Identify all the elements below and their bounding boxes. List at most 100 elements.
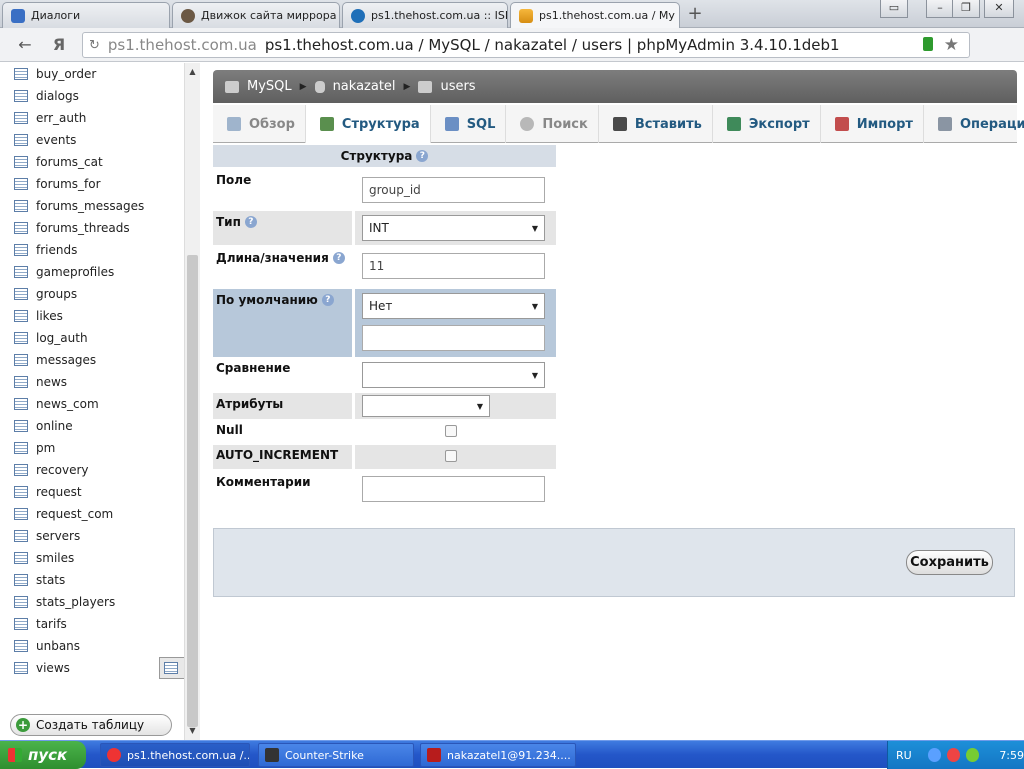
sidebar-table-item[interactable]: request (10, 481, 172, 503)
tab-title: Движок сайта миррора – (201, 9, 340, 22)
comment-input[interactable] (362, 476, 545, 502)
sidebar-table-item[interactable]: request_com (10, 503, 172, 525)
sidebar-table-item[interactable]: pm (10, 437, 172, 459)
tab-structure[interactable]: Структура (305, 105, 431, 143)
sidebar-table-item[interactable]: err_auth (10, 107, 172, 129)
breadcrumb-server[interactable]: MySQL (247, 79, 292, 94)
reload-icon[interactable]: ↻ (89, 38, 100, 53)
sidebar-table-item[interactable]: tarifs (10, 613, 172, 635)
sidebar-table-item[interactable]: online (10, 415, 172, 437)
sidebar-table-item[interactable]: news (10, 371, 172, 393)
null-checkbox[interactable] (445, 425, 457, 437)
maximize-button[interactable]: ❐ (952, 0, 980, 18)
sidebar-table-item[interactable]: log_auth (10, 327, 172, 349)
sidebar-scrollbar[interactable]: ▲ ▼ (184, 63, 200, 740)
auto-increment-checkbox[interactable] (445, 450, 457, 462)
sidebar-table-item[interactable]: forums_messages (10, 195, 172, 217)
back-button[interactable]: ← (14, 34, 36, 56)
start-button[interactable]: пуск (0, 741, 86, 769)
tray-app-icon[interactable] (946, 748, 961, 762)
browser-tab-phpmyadmin[interactable]: ps1.thehost.com.ua / My ✕ (510, 2, 680, 28)
attributes-select[interactable]: ▼ (362, 395, 490, 417)
taskbar-item-counter-strike[interactable]: Counter-Strike (258, 743, 414, 767)
tab-browse[interactable]: Обзор (213, 105, 306, 143)
sidebar-table-item[interactable]: likes (10, 305, 172, 327)
create-table-label: Создать таблицу (36, 718, 145, 732)
browser-tab-isp[interactable]: ps1.thehost.com.ua :: ISP (342, 2, 508, 28)
sidebar-table-label: gameprofiles (36, 265, 115, 279)
browser-tab-engine[interactable]: Движок сайта миррора – (172, 2, 340, 28)
tray-arrow-icon[interactable] (927, 748, 941, 762)
sidebar-table-item[interactable]: forums_cat (10, 151, 172, 173)
help-icon[interactable]: ? (416, 150, 429, 162)
sidebar-table-item[interactable]: stats (10, 569, 172, 591)
tab-import[interactable]: Импорт (821, 105, 924, 143)
help-icon[interactable]: ? (332, 252, 345, 264)
sidebar-table-item[interactable]: news_com (10, 393, 172, 415)
new-tab-button[interactable]: + (682, 4, 708, 26)
sidebar-table-item[interactable]: groups (10, 283, 172, 305)
taskbar-item-browser[interactable]: ps1.thehost.com.ua /... (100, 743, 250, 767)
field-name-input[interactable]: group_id (362, 177, 545, 203)
tab-export[interactable]: Экспорт (713, 105, 821, 143)
default-select[interactable]: Нет ▼ (362, 293, 545, 319)
table-icon (14, 376, 28, 388)
language-indicator[interactable]: RU (896, 749, 912, 762)
bookmark-star-icon[interactable]: ★ (944, 33, 959, 57)
sidebar-table-item[interactable]: gameprofiles (10, 261, 172, 283)
minimize-button[interactable]: – (926, 0, 954, 18)
length-input[interactable]: 11 (362, 253, 545, 279)
default-custom-input[interactable] (362, 325, 545, 351)
address-bar[interactable]: ↻ ps1.thehost.com.ua ps1.thehost.com.ua … (82, 32, 970, 58)
sidebar-table-item[interactable]: stats_players (10, 591, 172, 613)
sidebar-table-label: unbans (36, 639, 81, 653)
type-select[interactable]: INT ▼ (362, 215, 545, 241)
sidebar-table-item[interactable]: buy_order (10, 63, 172, 85)
phpmyadmin-icon (519, 8, 533, 23)
scroll-down-arrow[interactable]: ▼ (185, 724, 200, 738)
collation-select[interactable]: ▼ (362, 362, 545, 388)
scrollbar-thumb[interactable] (187, 255, 198, 727)
create-table-button[interactable]: + Создать таблицу (10, 714, 172, 736)
table-icon (14, 486, 28, 498)
help-icon[interactable]: ? (321, 294, 334, 306)
sidebar-table-label: messages (36, 353, 97, 367)
table-icon (14, 618, 28, 630)
sidebar-table-item[interactable]: friends (10, 239, 172, 261)
tab-search[interactable]: Поиск (506, 105, 599, 143)
sidebar-table-label: servers (36, 529, 81, 543)
sidebar-table-item[interactable]: servers (10, 525, 172, 547)
tab-sql[interactable]: SQL (431, 105, 507, 143)
sidebar-table-item[interactable]: forums_threads (10, 217, 172, 239)
tray-network-icon[interactable] (966, 748, 980, 762)
sidebar-table-label: dialogs (36, 89, 79, 103)
sidebar-table-label: forums_for (36, 177, 101, 191)
taskbar-item-filezilla[interactable]: nakazatel1@91.234.... (420, 743, 576, 767)
sidebar-table-item[interactable]: views (10, 657, 172, 679)
sidebar-table-item[interactable]: smiles (10, 547, 172, 569)
table-icon (14, 112, 28, 124)
breadcrumb-table[interactable]: users (440, 79, 475, 94)
tab-operations[interactable]: Операции (924, 105, 1024, 143)
close-window-button[interactable]: ✕ (984, 0, 1014, 18)
browser-tab-dialogs[interactable]: Диалоги (2, 2, 170, 28)
help-icon[interactable]: ? (244, 216, 257, 228)
sidebar-table-item[interactable]: forums_for (10, 173, 172, 195)
table-tabs: Обзор Структура SQL Поиск Вставить Экспо… (213, 105, 1024, 143)
save-button[interactable]: Сохранить (906, 550, 993, 575)
sidebar-table-label: recovery (36, 463, 89, 477)
sidebar-table-item[interactable]: recovery (10, 459, 172, 481)
scroll-up-arrow[interactable]: ▲ (185, 65, 200, 79)
menu-button[interactable]: ▭ (880, 0, 908, 18)
sidebar-table-item[interactable]: events (10, 129, 172, 151)
sidebar-table-item[interactable]: messages (10, 349, 172, 371)
breadcrumb-database[interactable]: nakazatel (333, 79, 396, 94)
length-label: Длина/значения (216, 251, 329, 265)
sidebar-table-item[interactable]: dialogs (10, 85, 172, 107)
table-icon (14, 244, 28, 256)
sidebar-table-label: news_com (36, 397, 99, 411)
sidebar-table-label: likes (36, 309, 63, 323)
yandex-icon[interactable]: Я (48, 34, 70, 56)
tab-insert[interactable]: Вставить (599, 105, 713, 143)
sidebar-table-item[interactable]: unbans (10, 635, 172, 657)
